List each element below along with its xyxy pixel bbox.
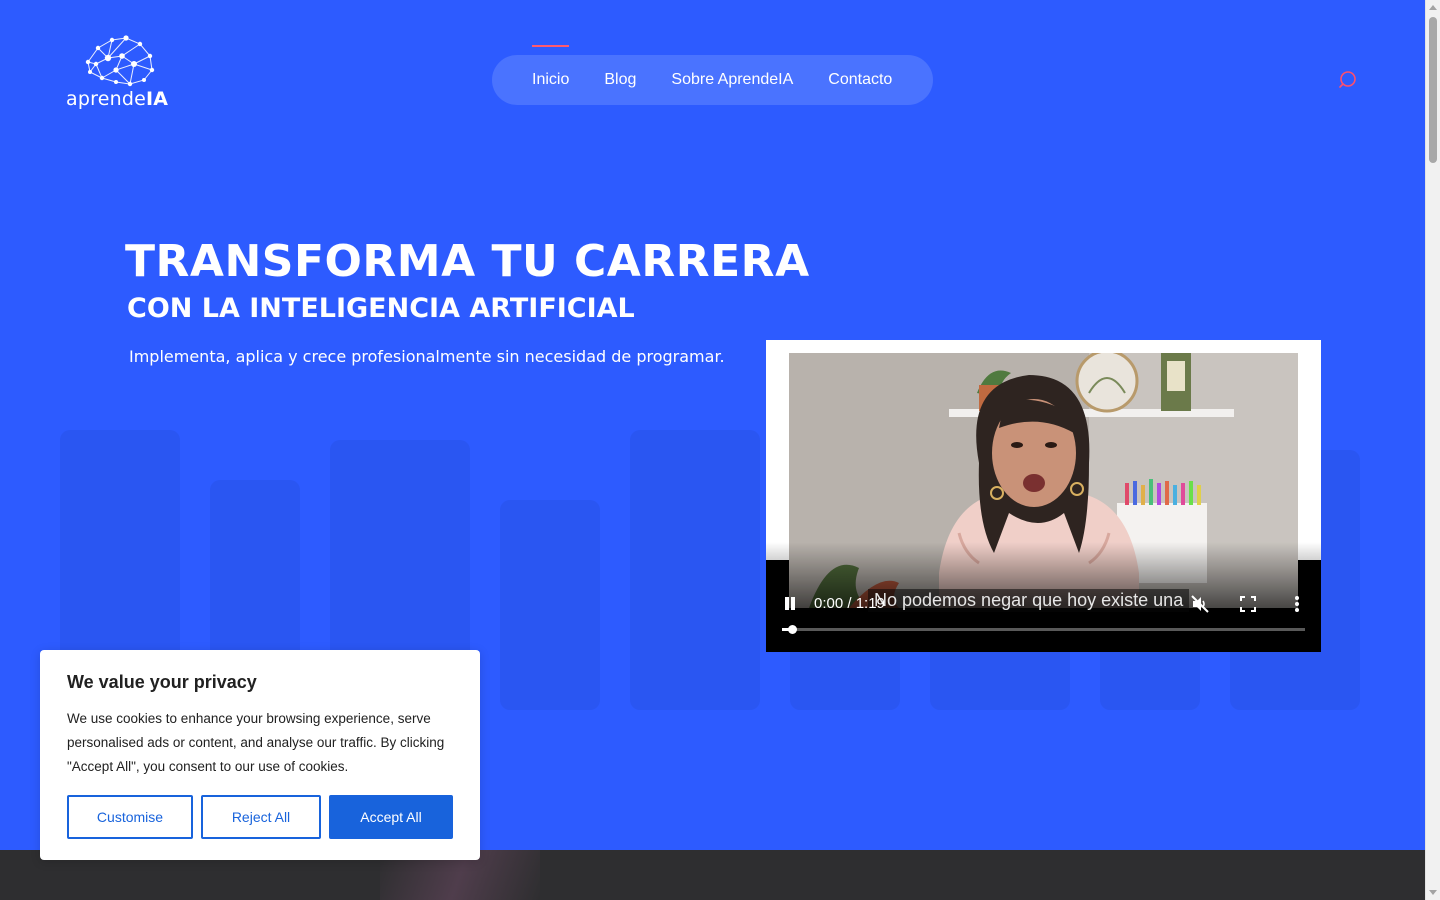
scroll-down-arrow-icon[interactable] (1429, 890, 1437, 895)
cookie-title: We value your privacy (67, 672, 257, 692)
nav-item-blog[interactable]: Blog (604, 71, 636, 89)
customise-button[interactable]: Customise (67, 795, 193, 839)
hero-subtitle: CON LA INTELIGENCIA ARTIFICIAL (127, 293, 635, 324)
search-icon (1339, 71, 1356, 88)
muted-speaker-icon[interactable] (1190, 594, 1210, 614)
logo[interactable]: aprendeIA (66, 34, 176, 114)
nav-item-sobre-aprendeia[interactable]: Sobre AprendeIA (671, 71, 793, 89)
video-time: 0:00 / 1:19 (814, 595, 885, 612)
page-scrollbar[interactable] (1425, 0, 1440, 900)
video-controls: 0:00 / 1:19 (766, 590, 1321, 620)
page: aprendeIA Inicio Blog Sobre AprendeIA Co… (0, 0, 1425, 900)
nav-item-inicio[interactable]: Inicio (532, 45, 570, 89)
brain-network-icon (85, 35, 155, 87)
pause-icon[interactable] (784, 597, 796, 610)
cookie-text: We use cookies to enhance your browsing … (67, 711, 445, 774)
video-border (766, 340, 1321, 353)
scroll-up-arrow-icon[interactable] (1429, 5, 1437, 10)
video-border-right (1298, 340, 1321, 560)
hero-title: TRANSFORMA TU CARRERA (125, 236, 810, 287)
fullscreen-icon[interactable] (1240, 596, 1256, 612)
scrollbar-thumb[interactable] (1429, 17, 1437, 163)
hero-description: Implementa, aplica y crece profesionalme… (129, 347, 725, 366)
logo-text: aprendeIA (66, 88, 169, 110)
search-button[interactable] (1337, 69, 1359, 91)
accept-all-button[interactable]: Accept All (329, 795, 453, 839)
nav-item-contacto[interactable]: Contacto (828, 71, 892, 89)
video-player[interactable]: No podemos negar que hoy existe una 0:00… (766, 340, 1321, 652)
video-border-left (766, 340, 789, 560)
more-vertical-icon[interactable] (1294, 595, 1300, 613)
main-nav: Inicio Blog Sobre AprendeIA Contacto (492, 45, 933, 105)
cookie-buttons: Customise Reject All Accept All (67, 795, 453, 839)
video-progress-bar[interactable] (782, 625, 1305, 634)
reject-all-button[interactable]: Reject All (201, 795, 321, 839)
cookie-consent-banner: We value your privacy We use cookies to … (40, 650, 480, 860)
